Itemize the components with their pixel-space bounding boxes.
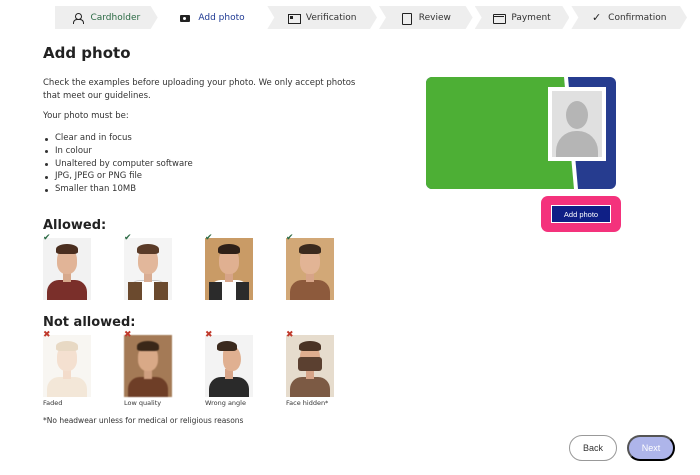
intro-text: Check the examples before uploading your…	[43, 78, 356, 101]
back-button[interactable]: Back	[569, 435, 617, 461]
example-caption: Wrong angle	[205, 399, 246, 407]
requirement-item: In colour	[43, 146, 193, 159]
example-caption: Faded	[43, 399, 63, 407]
requirement-item: Unaltered by computer software	[43, 159, 193, 172]
photo-placeholder	[548, 87, 606, 161]
allowed-heading: Allowed:	[43, 218, 107, 233]
example-photo	[124, 238, 172, 300]
example-photo	[205, 335, 253, 397]
allowed-example: ✔	[286, 234, 367, 300]
example-photo	[43, 335, 91, 397]
step-label: Payment	[511, 12, 551, 23]
step-label: Review	[418, 12, 451, 23]
cross-icon: ✖	[286, 330, 294, 340]
allowed-gallery: ✔ ✔ ✔ ✔	[43, 234, 367, 300]
step-cardholder[interactable]: Cardholder	[55, 6, 158, 29]
id-card-icon	[288, 13, 299, 23]
silhouette-head	[566, 101, 588, 129]
credit-card-icon	[493, 13, 504, 23]
allowed-example: ✔	[43, 234, 124, 300]
checkmark-icon: ✓	[591, 10, 602, 24]
example-photo	[43, 238, 91, 300]
requirements-intro: Your photo must be:	[43, 111, 129, 121]
example-photo	[286, 335, 334, 397]
step-label: Add photo	[198, 12, 245, 23]
document-icon	[401, 13, 412, 23]
step-verification[interactable]: Verification	[267, 6, 377, 29]
cross-icon: ✖	[43, 330, 51, 340]
requirement-item: Smaller than 10MB	[43, 184, 193, 197]
requirement-item: JPG, JPEG or PNG file	[43, 171, 193, 184]
check-icon: ✔	[124, 233, 132, 243]
check-icon: ✔	[286, 233, 294, 243]
not-allowed-gallery: ✖ Faded ✖ Low quality ✖ Wrong angle ✖ Fa…	[43, 331, 367, 407]
check-icon: ✔	[205, 233, 213, 243]
step-payment[interactable]: Payment	[475, 6, 570, 29]
example-photo	[286, 238, 334, 300]
requirement-item: Clear and in focus	[43, 133, 193, 146]
id-card-preview	[426, 77, 616, 189]
example-caption: Low quality	[124, 399, 162, 407]
step-label: Cardholder	[90, 12, 141, 23]
not-allowed-example: ✖ Face hidden*	[286, 331, 367, 407]
step-label: Verification	[305, 12, 357, 23]
silhouette-icon	[556, 131, 598, 157]
not-allowed-example: ✖ Wrong angle	[205, 331, 286, 407]
person-icon	[72, 13, 83, 23]
example-caption: Face hidden*	[286, 399, 329, 407]
not-allowed-heading: Not allowed:	[43, 315, 136, 330]
step-confirmation[interactable]: ✓ Confirmation	[571, 6, 687, 29]
not-allowed-example: ✖ Low quality	[124, 331, 205, 407]
requirements-list: Clear and in focus In colour Unaltered b…	[43, 133, 193, 197]
step-add-photo[interactable]: Add photo	[160, 6, 266, 29]
example-photo	[205, 238, 253, 300]
allowed-example: ✔	[205, 234, 286, 300]
add-photo-button[interactable]: Add photo	[551, 205, 611, 223]
cross-icon: ✖	[124, 330, 132, 340]
allowed-example: ✔	[124, 234, 205, 300]
cross-icon: ✖	[205, 330, 213, 340]
progress-stepper: Cardholder Add photo Verification Review…	[55, 6, 689, 29]
next-button[interactable]: Next	[627, 435, 675, 461]
camera-icon	[180, 13, 191, 23]
example-photo	[124, 335, 172, 397]
page-title: Add photo	[43, 44, 131, 62]
step-label: Confirmation	[608, 12, 667, 23]
check-icon: ✔	[43, 233, 51, 243]
step-review[interactable]: Review	[379, 6, 473, 29]
not-allowed-example: ✖ Faded	[43, 331, 124, 407]
headwear-footnote: *No headwear unless for medical or relig…	[43, 416, 244, 425]
